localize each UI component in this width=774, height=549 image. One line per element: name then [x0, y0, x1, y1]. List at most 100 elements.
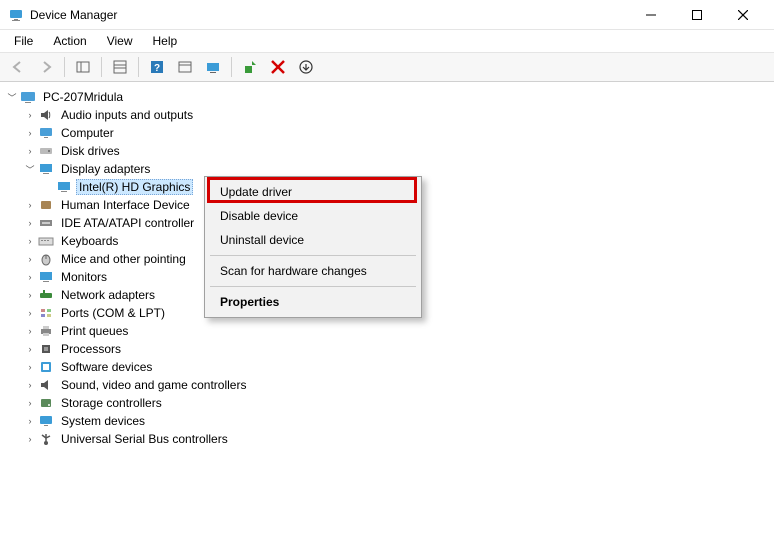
- expand-icon[interactable]: ›: [24, 343, 36, 355]
- forward-button[interactable]: [34, 55, 58, 79]
- expand-icon[interactable]: ›: [24, 271, 36, 283]
- collapse-icon[interactable]: ﹀: [24, 163, 36, 175]
- tree-root[interactable]: ﹀ PC-207Mridula: [4, 88, 770, 106]
- context-menu-scan-hardware[interactable]: Scan for hardware changes: [208, 259, 418, 283]
- expand-icon[interactable]: ›: [24, 253, 36, 265]
- help-button[interactable]: ?: [145, 55, 169, 79]
- tree-item-system[interactable]: › System devices: [22, 412, 770, 430]
- network-icon: [38, 287, 54, 303]
- expand-icon[interactable]: ›: [24, 361, 36, 373]
- tree-item-computer[interactable]: › Computer: [22, 124, 770, 142]
- tree-item-label: Network adapters: [58, 287, 158, 303]
- expand-icon[interactable]: ›: [24, 127, 36, 139]
- tree-item-storage[interactable]: › Storage controllers: [22, 394, 770, 412]
- mouse-icon: [38, 251, 54, 267]
- tree-item-label: Ports (COM & LPT): [58, 305, 168, 321]
- tree-item-label: Keyboards: [58, 233, 121, 249]
- tree-item-processors[interactable]: › Processors: [22, 340, 770, 358]
- view-button[interactable]: [173, 55, 197, 79]
- storage-icon: [38, 395, 54, 411]
- close-button[interactable]: [720, 0, 766, 30]
- disk-icon: [38, 143, 54, 159]
- display-adapter-icon: [38, 161, 54, 177]
- tree-item-label: Software devices: [58, 359, 155, 375]
- expand-icon[interactable]: ›: [24, 289, 36, 301]
- tree-item-label: Disk drives: [58, 143, 123, 159]
- svg-text:?: ?: [154, 63, 160, 74]
- monitor-icon: [38, 269, 54, 285]
- expand-icon[interactable]: ›: [24, 199, 36, 211]
- keyboard-icon: [38, 233, 54, 249]
- menu-bar: File Action View Help: [0, 30, 774, 52]
- toolbar-separator: [101, 57, 102, 77]
- toolbar-separator: [138, 57, 139, 77]
- expand-icon[interactable]: ›: [24, 307, 36, 319]
- system-icon: [38, 413, 54, 429]
- expand-icon[interactable]: ›: [24, 109, 36, 121]
- maximize-button[interactable]: [674, 0, 720, 30]
- tree-item-software[interactable]: › Software devices: [22, 358, 770, 376]
- no-expand: [42, 181, 54, 193]
- tree-item-print[interactable]: › Print queues: [22, 322, 770, 340]
- tree-item-label: Universal Serial Bus controllers: [58, 431, 231, 447]
- context-menu-separator: [210, 286, 416, 287]
- toolbar-separator: [64, 57, 65, 77]
- scan-hardware-button[interactable]: [201, 55, 225, 79]
- toolbar-separator: [231, 57, 232, 77]
- tree-item-label: Computer: [58, 125, 117, 141]
- computer-icon: [20, 89, 36, 105]
- title-bar: Device Manager: [0, 0, 774, 30]
- expand-icon[interactable]: ›: [24, 397, 36, 409]
- tree-item-label: Processors: [58, 341, 124, 357]
- expand-icon[interactable]: ›: [24, 415, 36, 427]
- context-menu-update-driver[interactable]: Update driver: [208, 180, 418, 204]
- enable-device-button[interactable]: [238, 55, 262, 79]
- tree-item-usb[interactable]: › Universal Serial Bus controllers: [22, 430, 770, 448]
- usb-icon: [38, 431, 54, 447]
- tree-item-label: Storage controllers: [58, 395, 165, 411]
- expand-icon[interactable]: ›: [24, 379, 36, 391]
- hid-icon: [38, 197, 54, 213]
- tree-item-label: Audio inputs and outputs: [58, 107, 196, 123]
- printer-icon: [38, 323, 54, 339]
- minimize-button[interactable]: [628, 0, 674, 30]
- tree-root-label: PC-207Mridula: [40, 89, 126, 105]
- computer-icon: [38, 125, 54, 141]
- menu-help[interactable]: Help: [145, 32, 186, 50]
- uninstall-button[interactable]: [266, 55, 290, 79]
- context-menu-properties[interactable]: Properties: [208, 290, 418, 314]
- tree-item-label: System devices: [58, 413, 148, 429]
- expand-icon[interactable]: ›: [24, 433, 36, 445]
- expand-icon[interactable]: ›: [24, 217, 36, 229]
- processor-icon: [38, 341, 54, 357]
- tree-item-label: Print queues: [58, 323, 131, 339]
- tree-item-label: IDE ATA/ATAPI controller: [58, 215, 197, 231]
- expand-icon[interactable]: ›: [24, 235, 36, 247]
- show-hide-tree-button[interactable]: [71, 55, 95, 79]
- expand-icon[interactable]: ›: [24, 325, 36, 337]
- tree-item-audio[interactable]: › Audio inputs and outputs: [22, 106, 770, 124]
- tree-item-label: Mice and other pointing: [58, 251, 189, 267]
- tree-item-label: Monitors: [58, 269, 110, 285]
- back-button[interactable]: [6, 55, 30, 79]
- context-menu-separator: [210, 255, 416, 256]
- menu-view[interactable]: View: [99, 32, 141, 50]
- context-menu-disable-device[interactable]: Disable device: [208, 204, 418, 228]
- menu-action[interactable]: Action: [45, 32, 94, 50]
- collapse-icon[interactable]: ﹀: [6, 91, 18, 103]
- properties-button[interactable]: [108, 55, 132, 79]
- expand-icon[interactable]: ›: [24, 145, 36, 157]
- tree-item-sound[interactable]: › Sound, video and game controllers: [22, 376, 770, 394]
- tree-item-label-selected: Intel(R) HD Graphics: [76, 179, 193, 195]
- software-icon: [38, 359, 54, 375]
- display-adapter-icon: [56, 179, 72, 195]
- app-icon: [8, 7, 24, 23]
- toolbar: ?: [0, 52, 774, 82]
- tree-item-disk[interactable]: › Disk drives: [22, 142, 770, 160]
- tree-item-label: Display adapters: [58, 161, 153, 177]
- ports-icon: [38, 305, 54, 321]
- menu-file[interactable]: File: [6, 32, 41, 50]
- update-driver-button[interactable]: [294, 55, 318, 79]
- tree-item-label: Sound, video and game controllers: [58, 377, 249, 393]
- context-menu-uninstall-device[interactable]: Uninstall device: [208, 228, 418, 252]
